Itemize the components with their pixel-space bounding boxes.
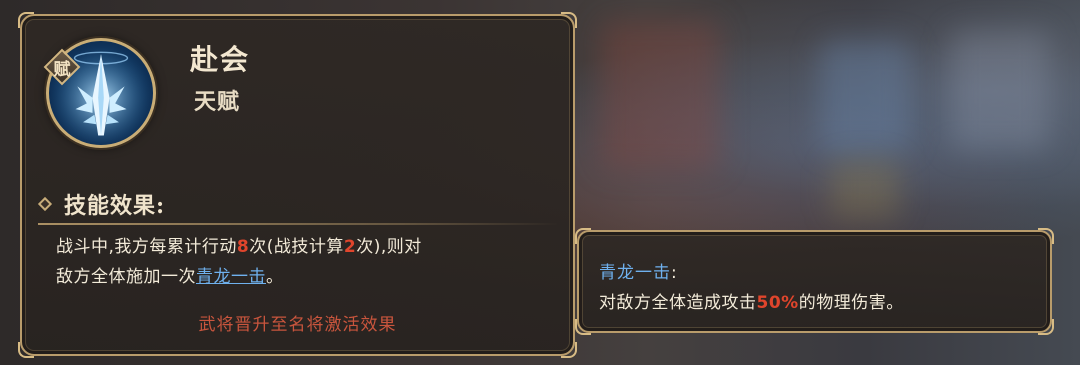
term-tooltip: 青龙一击: 对敌方全体造成攻击50%的物理伤害。: [575, 228, 1054, 335]
skill-detail-panel: 赋 赴会 天赋 技能效果: 战斗中,我方每累计行动8次(战技计算2次),则对 敌…: [18, 12, 577, 358]
skill-description: 战斗中,我方每累计行动8次(战技计算2次),则对 敌方全体施加一次青龙一击。: [56, 232, 566, 292]
qinglong-strike-link[interactable]: 青龙一击: [196, 267, 266, 287]
frame-corner: [18, 342, 34, 358]
divider: [38, 223, 558, 225]
talent-badge: 赋: [43, 48, 81, 86]
frame-corner: [1038, 228, 1054, 244]
action-count: 8: [236, 237, 250, 257]
damage-percent: 50%: [756, 293, 799, 313]
skill-type: 天赋: [194, 89, 241, 115]
frame-corner: [1038, 319, 1054, 335]
skill-count: 2: [343, 237, 357, 257]
frame-corner: [561, 342, 577, 358]
background-blur: [950, 30, 1050, 150]
tooltip-description: 对敌方全体造成攻击50%的物理伤害。: [599, 293, 904, 313]
diamond-bullet-icon: [37, 196, 53, 212]
background-blur: [820, 40, 910, 150]
description-line: 战斗中,我方每累计行动8次(战技计算2次),则对: [56, 237, 422, 257]
description-line: 敌方全体施加一次青龙一击。: [56, 267, 284, 287]
talent-badge-label: 赋: [53, 59, 71, 80]
unlock-note: 武将晋升至名将激活效果: [198, 315, 397, 335]
tooltip-title: 青龙一击:: [599, 263, 678, 283]
skill-name: 赴会: [190, 43, 251, 76]
frame-corner: [18, 12, 34, 28]
frame-corner: [575, 228, 591, 244]
frame-corner: [561, 12, 577, 28]
frame-corner: [575, 319, 591, 335]
background-blur: [600, 20, 720, 170]
background-blur: [830, 160, 900, 220]
section-heading: 技能效果:: [37, 188, 166, 220]
section-title: 技能效果:: [64, 193, 166, 219]
